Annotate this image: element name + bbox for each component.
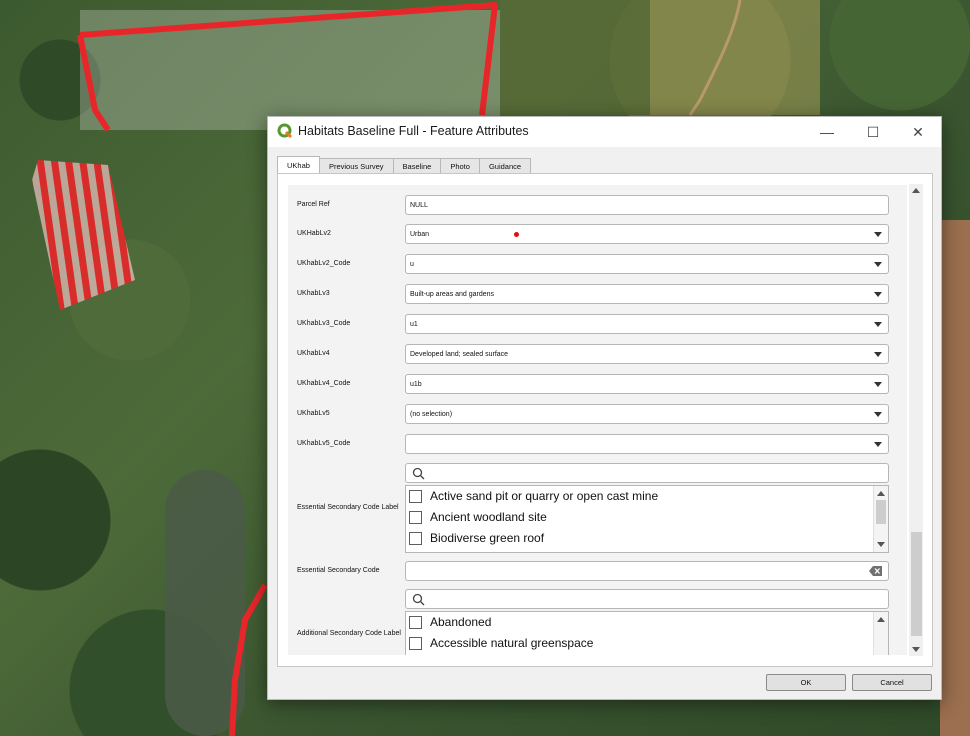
title-bar[interactable]: Habitats Baseline Full - Feature Attribu… <box>268 117 941 147</box>
ukhablv2-code-dropdown[interactable]: u <box>405 254 889 274</box>
chevron-down-icon <box>874 262 882 267</box>
additional-secondary-label-label: Additional Secondary Code Label <box>297 630 401 637</box>
checkbox[interactable] <box>409 615 422 629</box>
list-item[interactable]: Accessible natural greenspace <box>409 633 593 653</box>
ukhablv5-value: (no selection) <box>410 411 453 418</box>
required-indicator <box>514 232 519 237</box>
list-item[interactable]: Active sand pit or quarry or open cast m… <box>409 486 658 506</box>
chevron-down-icon <box>874 292 882 297</box>
tab-guidance[interactable]: Guidance <box>478 158 532 174</box>
checkbox[interactable] <box>409 510 422 524</box>
ukhablv3-label: UKhabLv3 <box>297 290 330 297</box>
list-item[interactable]: Ancient woodland site <box>409 507 547 527</box>
parcel-ref-value: NULL <box>410 202 428 209</box>
maximize-button[interactable]: ☐ <box>850 117 896 147</box>
ukhablv2-value: Urban <box>410 231 430 238</box>
chevron-down-icon <box>874 322 882 327</box>
list-item[interactable]: Abandoned <box>409 612 491 632</box>
ukhablv4-code-dropdown[interactable]: u1b <box>405 374 889 394</box>
tab-photo[interactable]: Photo <box>440 158 480 174</box>
feature-attributes-dialog: Habitats Baseline Full - Feature Attribu… <box>267 116 942 700</box>
ukhablv4-value: Developed land; sealed surface <box>410 351 509 358</box>
ukhablv2-label: UKHabLv2 <box>297 230 331 237</box>
checkbox[interactable] <box>409 636 422 650</box>
checkbox[interactable] <box>409 489 422 503</box>
additional-secondary-search-input[interactable] <box>405 589 889 609</box>
parcel-boundary <box>79 2 498 116</box>
essential-secondary-label-label: Essential Secondary Code Label <box>297 504 399 511</box>
essential-secondary-search-input[interactable] <box>405 463 889 483</box>
search-icon <box>412 593 425 606</box>
essential-secondary-code-label: Essential Secondary Code <box>297 567 380 574</box>
additional-secondary-list[interactable]: Abandoned Accessible natural greenspace <box>405 611 889 655</box>
form-scrollbar[interactable] <box>909 184 923 656</box>
ukhablv4-code-value: u1b <box>410 381 422 388</box>
clear-icon[interactable] <box>869 566 882 576</box>
ukhablv4-code-label: UKhabLv4_Code <box>297 380 351 387</box>
ukhablv3-code-value: u1 <box>410 321 418 328</box>
selected-parcel-hatch <box>32 160 135 310</box>
ukhablv3-code-dropdown[interactable]: u1 <box>405 314 889 334</box>
search-icon <box>412 467 425 480</box>
qgis-logo-icon <box>277 123 293 139</box>
parcel-ref-input[interactable]: NULL <box>405 195 889 215</box>
ukhablv4-dropdown[interactable]: Developed land; sealed surface <box>405 344 889 364</box>
chevron-down-icon <box>874 382 882 387</box>
ukhablv2-code-label: UKhabLv2_Code <box>297 260 351 267</box>
chevron-down-icon <box>874 232 882 237</box>
ukhablv5-label: UKhabLv5 <box>297 410 330 417</box>
form-scroll-area: Parcel Ref NULL UKHabLv2 Urban UKhabLv2_… <box>288 185 907 655</box>
scroll-down-icon[interactable] <box>912 647 920 652</box>
tab-baseline[interactable]: Baseline <box>392 158 442 174</box>
chevron-down-icon <box>874 412 882 417</box>
tab-ukhab[interactable]: UKhab <box>277 156 320 174</box>
tab-bar: UKhab Previous Survey Baseline Photo Gui… <box>277 156 532 174</box>
scroll-up-icon[interactable] <box>877 617 885 622</box>
ukhablv3-code-label: UKhabLv3_Code <box>297 320 351 327</box>
checkbox[interactable] <box>409 531 422 545</box>
ukhablv5-code-label: UKhabLv5_Code <box>297 440 351 447</box>
essential-secondary-code-input[interactable] <box>405 561 889 581</box>
ukhablv3-dropdown[interactable]: Built-up areas and gardens <box>405 284 889 304</box>
window-title: Habitats Baseline Full - Feature Attribu… <box>298 124 529 138</box>
cancel-button[interactable]: Cancel <box>852 674 932 691</box>
chevron-down-icon <box>874 352 882 357</box>
ukhablv5-code-dropdown[interactable] <box>405 434 889 454</box>
minimize-button[interactable]: — <box>804 117 850 147</box>
essential-secondary-list[interactable]: Active sand pit or quarry or open cast m… <box>405 485 889 553</box>
ukhablv3-value: Built-up areas and gardens <box>410 291 495 298</box>
ukhablv4-label: UKhabLv4 <box>297 350 330 357</box>
ukhablv2-code-value: u <box>410 261 414 268</box>
scroll-down-icon[interactable] <box>877 542 885 547</box>
close-button[interactable]: ✕ <box>895 117 941 147</box>
ok-button[interactable]: OK <box>766 674 846 691</box>
ukhablv5-dropdown[interactable]: (no selection) <box>405 404 889 424</box>
scroll-up-icon[interactable] <box>877 491 885 496</box>
scroll-thumb[interactable] <box>911 532 922 636</box>
tab-previous-survey[interactable]: Previous Survey <box>318 158 394 174</box>
list-scrollbar[interactable] <box>873 612 888 655</box>
tab-panel: Parcel Ref NULL UKHabLv2 Urban UKhabLv2_… <box>277 173 933 667</box>
ukhablv2-dropdown[interactable]: Urban <box>405 224 889 244</box>
scroll-thumb[interactable] <box>876 500 886 524</box>
scroll-up-icon[interactable] <box>912 188 920 193</box>
list-scrollbar[interactable] <box>873 486 888 552</box>
list-item[interactable]: Biodiverse green roof <box>409 528 544 548</box>
chevron-down-icon <box>874 442 882 447</box>
parcel-ref-label: Parcel Ref <box>297 201 330 208</box>
